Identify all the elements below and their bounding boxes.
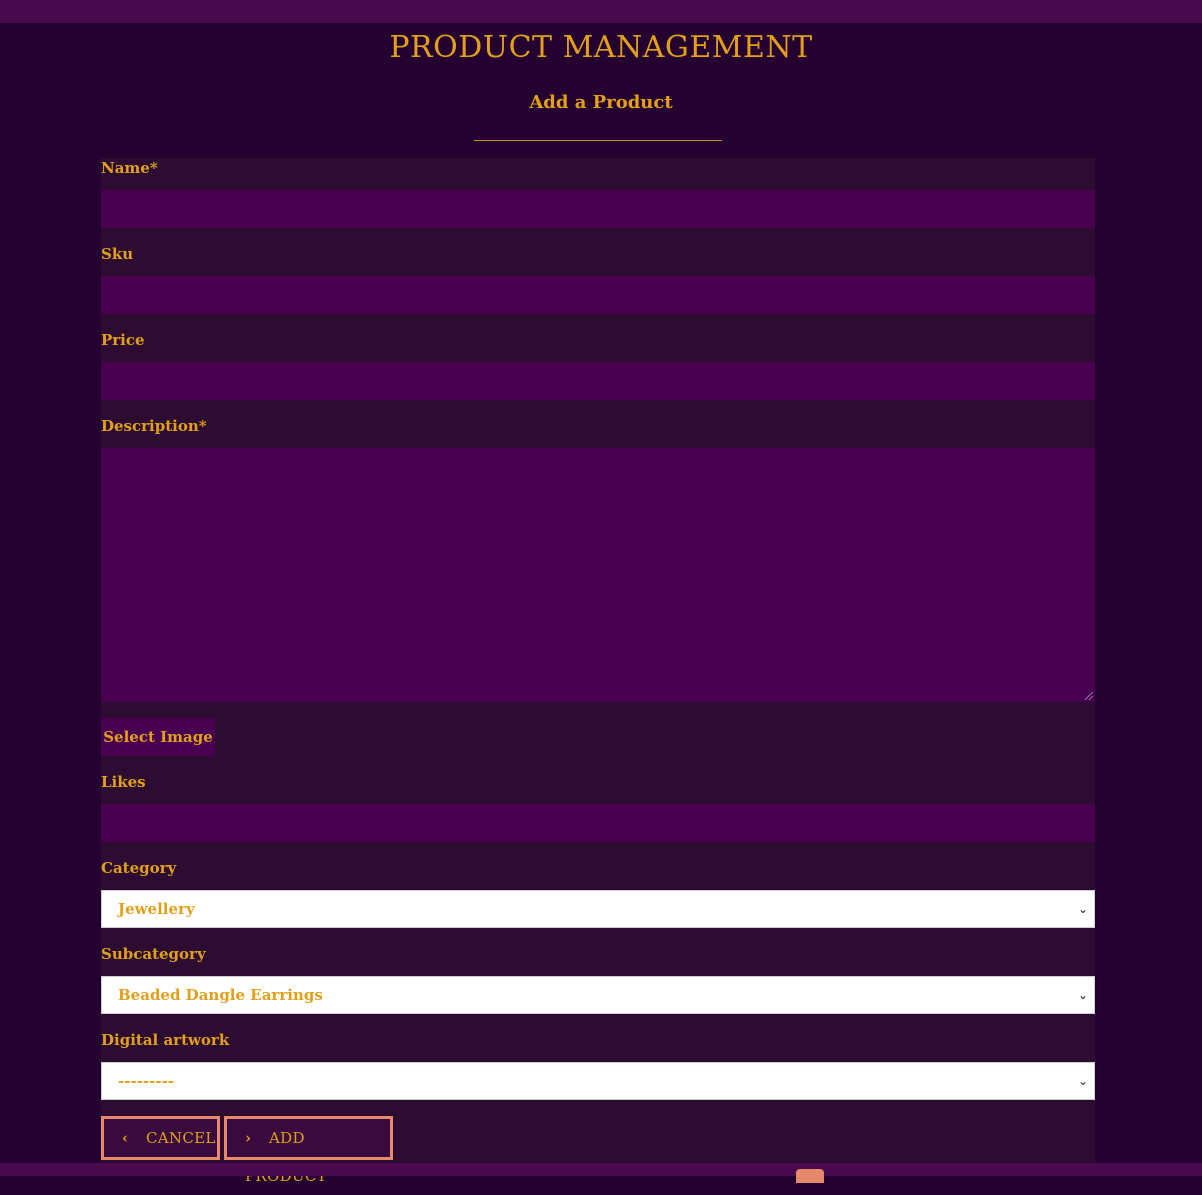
subcategory-selected-value: Beaded Dangle Earrings — [118, 986, 323, 1004]
likes-label: Likes — [101, 773, 146, 791]
chevron-right-icon: › — [245, 1129, 252, 1147]
description-textarea[interactable] — [101, 448, 1095, 702]
top-navbar — [0, 0, 1202, 23]
cancel-button[interactable]: ‹ CANCEL — [101, 1116, 220, 1160]
social-icon[interactable] — [796, 1169, 824, 1183]
product-form: Name* Sku Price Description* Select Imag… — [101, 158, 1095, 1185]
digital-artwork-select[interactable]: --------- ⌄ — [101, 1062, 1095, 1100]
chevron-down-icon: ⌄ — [1077, 902, 1089, 916]
cancel-button-label: CANCEL — [146, 1129, 216, 1147]
likes-input[interactable] — [101, 804, 1095, 842]
title-divider — [474, 140, 722, 141]
description-label: Description* — [101, 417, 207, 435]
category-selected-value: Jewellery — [118, 900, 195, 918]
chevron-left-icon: ‹ — [122, 1129, 129, 1147]
sku-input[interactable] — [101, 276, 1095, 314]
price-input[interactable] — [101, 362, 1095, 400]
category-select[interactable]: Jewellery ⌄ — [101, 890, 1095, 928]
footer-bar — [0, 1163, 1202, 1176]
page-subtitle: Add a Product — [529, 92, 673, 113]
chevron-down-icon: ⌄ — [1077, 1074, 1089, 1088]
name-input[interactable] — [101, 190, 1095, 228]
name-label: Name* — [101, 159, 158, 177]
add-product-button[interactable]: › ADD PRODUCT — [224, 1116, 393, 1185]
resize-handle-icon[interactable] — [1085, 692, 1093, 700]
subcategory-select[interactable]: Beaded Dangle Earrings ⌄ — [101, 976, 1095, 1014]
subcategory-label: Subcategory — [101, 945, 206, 963]
chevron-down-icon: ⌄ — [1077, 988, 1089, 1002]
digital-artwork-label: Digital artwork — [101, 1031, 230, 1049]
select-image-button[interactable]: Select Image — [101, 718, 215, 756]
price-label: Price — [101, 331, 145, 349]
digital-artwork-selected-value: --------- — [118, 1072, 175, 1090]
category-label: Category — [101, 859, 177, 877]
page-title: PRODUCT MANAGEMENT — [389, 30, 813, 65]
sku-label: Sku — [101, 245, 134, 263]
